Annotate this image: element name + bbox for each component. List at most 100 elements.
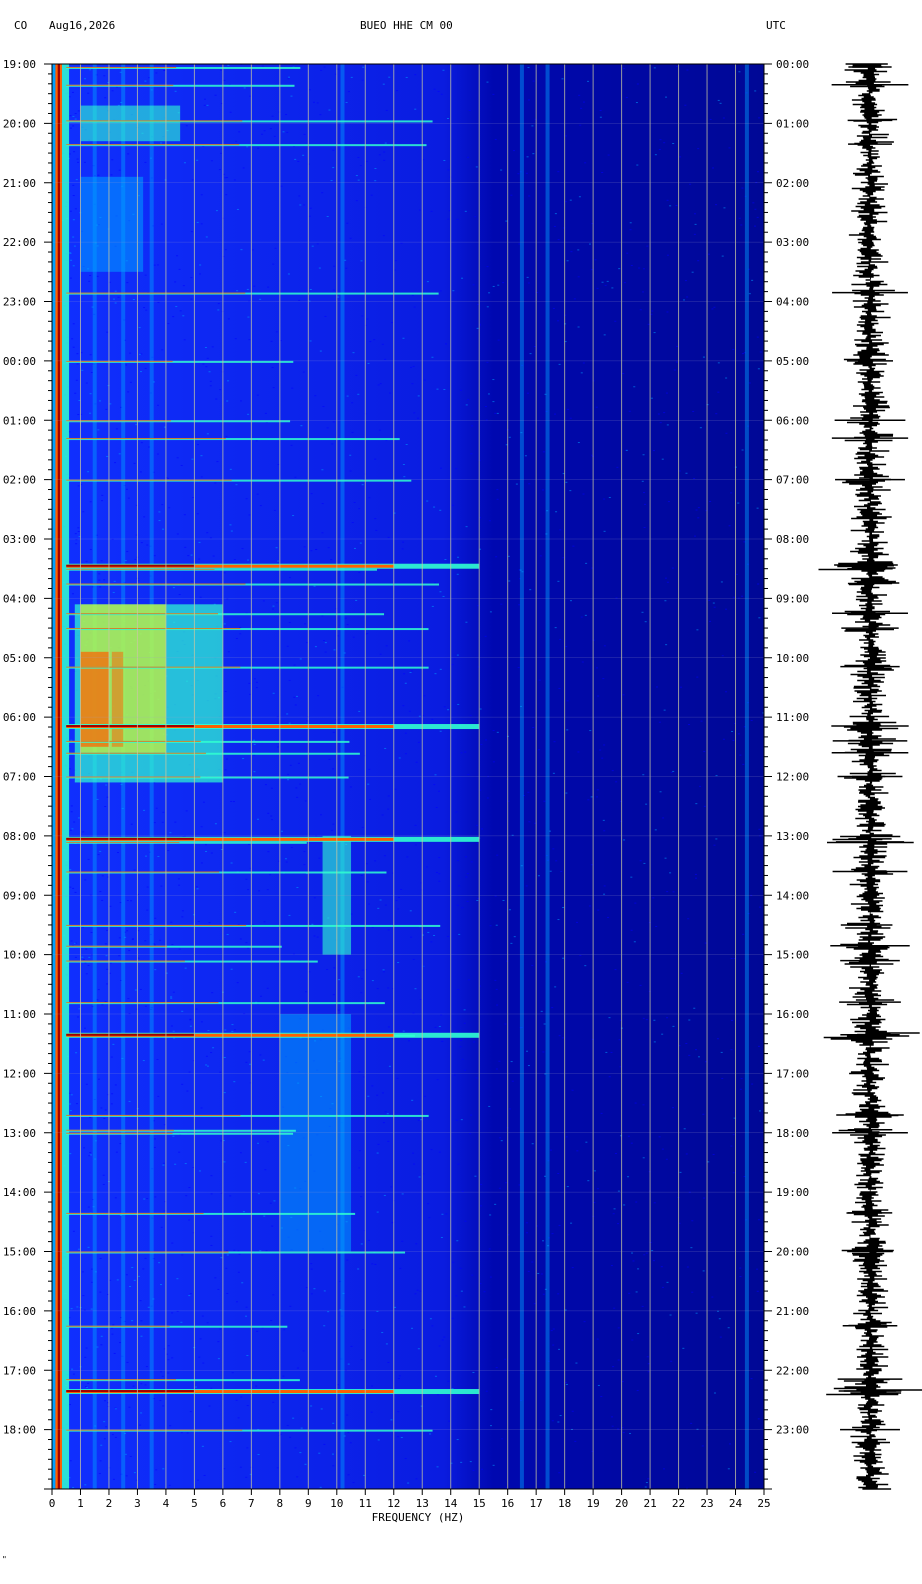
noise-speckle [645,803,648,805]
noise-speckle [227,380,230,382]
noise-speckle [400,1437,403,1439]
noise-speckle [654,154,657,156]
noise-speckle [290,444,293,446]
noise-speckle [259,995,262,997]
noise-speckle [400,242,403,244]
noise-speckle [84,1386,87,1388]
noise-speckle [387,1026,390,1028]
noise-speckle [195,886,198,888]
noise-speckle [457,1163,460,1165]
noise-speckle [635,1201,638,1203]
noise-speckle [404,1458,407,1460]
noise-speckle [198,273,201,275]
noise-speckle [255,440,258,442]
noise-speckle [580,616,583,618]
noise-speckle [464,1069,467,1071]
x-tick-label: 3 [134,1497,141,1510]
noise-speckle [371,1085,374,1087]
noise-speckle [457,703,460,705]
noise-speckle [441,1339,444,1341]
noise-speckle [603,893,606,895]
noise-speckle [271,367,274,369]
noise-speckle [408,710,411,712]
noise-speckle [353,501,356,503]
noise-speckle [741,187,744,189]
noise-speckle [562,907,565,909]
noise-speckle [313,935,316,937]
noise-speckle [739,1276,742,1278]
noise-speckle [146,544,149,546]
noise-speckle [461,277,464,279]
noise-speckle [644,1486,647,1488]
left-time-label: 14:00 [3,1186,36,1199]
noise-speckle [602,678,605,680]
noise-speckle [323,1325,326,1327]
noise-speckle [697,517,700,519]
noise-speckle [636,1389,639,1391]
noise-speckle [71,1368,74,1370]
noise-speckle [664,577,667,579]
noise-speckle [666,581,669,583]
noise-speckle [161,821,164,823]
noise-speckle [236,290,239,292]
noise-speckle [559,529,562,531]
noise-speckle [652,897,655,899]
noise-speckle [426,866,429,868]
noise-speckle [643,1254,646,1256]
noise-speckle [161,504,164,506]
noise-speckle [106,331,109,333]
noise-speckle [672,1025,675,1027]
noise-speckle [172,316,175,318]
noise-speckle [77,1016,80,1018]
noise-speckle [438,873,441,875]
noise-speckle [750,720,753,722]
noise-speckle [235,140,238,142]
noise-speckle [543,800,546,802]
noise-speckle [172,1135,175,1137]
noise-speckle [303,133,306,135]
noise-speckle [607,916,610,918]
noise-speckle [525,885,528,887]
noise-speckle [426,281,429,283]
noise-speckle [180,464,183,466]
noise-speckle [285,861,288,863]
noise-speckle [220,152,223,154]
noise-speckle [405,76,408,78]
noise-speckle [417,741,420,743]
noise-speckle [158,520,161,522]
noise-speckle [440,93,443,95]
noise-speckle [316,102,319,104]
noise-speckle [253,743,256,745]
noise-speckle [77,527,80,529]
noise-speckle [713,606,716,608]
noise-speckle [663,412,666,414]
noise-speckle [199,264,202,266]
noise-speckle [264,784,267,786]
noise-speckle [84,1356,87,1358]
noise-speckle [374,1263,377,1265]
noise-speckle [426,500,429,502]
noise-speckle [195,1008,198,1010]
noise-speckle [642,774,645,776]
noise-speckle [443,388,446,390]
noise-speckle [634,1102,637,1104]
noise-speckle [528,195,531,197]
noise-speckle [383,151,386,153]
noise-speckle [87,964,90,966]
noise-speckle [741,353,744,355]
noise-speckle [82,958,85,960]
noise-speckle [217,1358,220,1360]
noise-speckle [588,243,591,245]
noise-speckle [577,249,580,251]
noise-speckle [172,1030,175,1032]
right-time-label: 08:00 [776,533,809,546]
noise-speckle [501,1438,504,1440]
noise-speckle [531,964,534,966]
noise-speckle [603,885,606,887]
noise-speckle [576,921,579,923]
noise-speckle [231,1030,234,1032]
noise-speckle [383,159,386,161]
noise-speckle [106,968,109,970]
noise-speckle [140,1412,143,1414]
noise-speckle [436,1394,439,1396]
